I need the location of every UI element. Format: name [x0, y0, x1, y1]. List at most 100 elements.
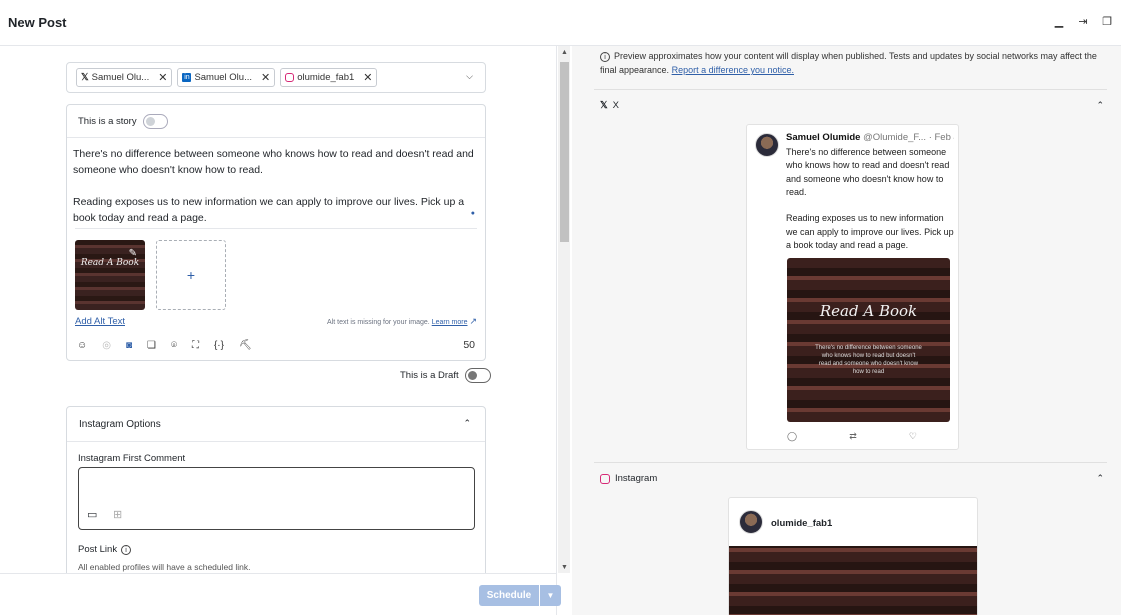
instagram-logo-icon	[600, 473, 610, 484]
tweet-handle: @Olumide_F...	[863, 132, 927, 143]
instagram-preview-card: olumide_fab1	[728, 497, 978, 615]
post-text-editor[interactable]: There's no difference between someone wh…	[67, 138, 485, 228]
post-link-label: Post Link	[78, 544, 118, 555]
tweet-image-title: Read A Book	[819, 302, 918, 320]
mention-icon[interactable]: ⛏	[239, 340, 252, 351]
x-section-title: X	[612, 100, 619, 111]
pencil-icon[interactable]: ✎	[129, 248, 137, 259]
external-link-icon: ↗	[469, 316, 477, 326]
instagram-image	[729, 546, 977, 615]
scrollbar[interactable]: ▲ ▼	[558, 46, 570, 573]
chevron-up-icon[interactable]: ⌃	[1096, 100, 1104, 111]
media-row: Read A Book ✎ +	[75, 240, 226, 310]
tweet-image-caption: There's no difference between someone wh…	[815, 345, 922, 375]
tweet-image: Read A Book There's no difference betwee…	[787, 258, 950, 422]
collapse-right-icon[interactable]: ⇥	[1077, 15, 1089, 28]
remove-profile-icon[interactable]: ✕	[158, 71, 167, 84]
post-composer: This is a story There's no difference be…	[66, 104, 486, 361]
draft-toggle[interactable]	[464, 368, 491, 383]
remove-profile-icon[interactable]: ✕	[261, 71, 270, 84]
divider	[594, 462, 1107, 463]
emoji-status-icon: ●	[470, 210, 475, 217]
composer-toolbar: ☺ ◎ ◙ ❏ ⌾ ⛶ {·} ⛏ 50	[77, 339, 475, 351]
scroll-down-icon[interactable]: ▼	[561, 564, 568, 571]
chevron-down-icon[interactable]: ⌵	[466, 71, 473, 82]
media-library-icon[interactable]: ❏	[147, 340, 156, 351]
header: New Post ▁ ⇥ ❐	[0, 0, 1121, 46]
profile-chip[interactable]: olumide_fab1 ✕	[280, 68, 378, 87]
avatar	[755, 133, 779, 157]
camera-icon[interactable]: ◙	[126, 340, 132, 351]
alt-text-note: Alt text is missing for your image. Lear…	[327, 316, 477, 327]
profile-chip-label: Samuel Olu...	[91, 72, 150, 83]
variable-icon[interactable]: {·}	[214, 340, 224, 351]
report-difference-link[interactable]: Report a difference you notice.	[672, 65, 794, 75]
post-link-label-row: Post Link i	[78, 544, 132, 555]
tweet-date: · Feb 4	[928, 132, 954, 143]
instagram-options-header[interactable]: Instagram Options ⌃	[67, 407, 485, 442]
composer-pane: 𝕏 Samuel Olu... ✕ in Samuel Olu... ✕ olu…	[0, 46, 556, 573]
story-toggle[interactable]	[142, 113, 168, 129]
learn-more-link[interactable]: Learn more	[432, 319, 468, 326]
preview-notice: i Preview approximates how your content w…	[600, 49, 1110, 77]
draft-label: This is a Draft	[400, 370, 459, 381]
divider	[594, 89, 1107, 90]
scroll-up-icon[interactable]: ▲	[561, 49, 568, 56]
first-comment-label: Instagram First Comment	[78, 453, 186, 464]
media-title: Read A Book	[80, 258, 140, 268]
schedule-button-group: Schedule ▼	[479, 585, 561, 606]
linkedin-logo-icon: in	[182, 73, 192, 82]
avatar	[739, 510, 763, 534]
profile-selector[interactable]: 𝕏 Samuel Olu... ✕ in Samuel Olu... ✕ olu…	[66, 62, 486, 93]
footer: Schedule ▼	[0, 573, 561, 615]
info-icon[interactable]: i	[121, 544, 132, 555]
emoji-icon[interactable]: ☺	[77, 340, 87, 351]
instagram-logo-icon	[285, 73, 295, 82]
schedule-button[interactable]: Schedule	[479, 585, 539, 606]
x-logo-icon: 𝕏	[81, 72, 89, 83]
character-count: 50	[463, 339, 475, 351]
expand-window-icon[interactable]: ❐	[1101, 15, 1113, 28]
chevron-down-icon[interactable]: ▼	[539, 585, 561, 606]
info-icon: i	[600, 52, 610, 62]
divider	[75, 228, 477, 229]
story-label: This is a story	[78, 115, 137, 127]
x-logo-icon: 𝕏	[600, 100, 608, 111]
profile-chip-label: olumide_fab1	[297, 72, 355, 83]
shopping-icon[interactable]: ⛶	[192, 340, 199, 351]
remove-profile-icon[interactable]: ✕	[363, 71, 372, 84]
add-media-icon[interactable]: ⊞	[113, 508, 122, 521]
alt-text-warning: Alt text is missing for your image.	[327, 319, 430, 326]
tweet-preview-card: Samuel Olumide @Olumide_F... · Feb 4 The…	[746, 124, 959, 450]
location-icon[interactable]: ⌾	[171, 340, 177, 351]
ai-assist-icon[interactable]: ◎	[102, 340, 111, 351]
profile-chip[interactable]: in Samuel Olu... ✕	[177, 68, 276, 87]
profile-chip[interactable]: 𝕏 Samuel Olu... ✕	[76, 68, 173, 87]
post-link-note: All enabled profiles will have a schedul…	[78, 562, 251, 572]
instagram-preview-header[interactable]: Instagram ⌃	[600, 473, 1104, 484]
first-comment-input[interactable]: ▭ ⊞	[78, 467, 475, 530]
instagram-username: olumide_fab1	[771, 518, 833, 529]
tweet-author: Samuel Olumide @Olumide_F... · Feb 4	[786, 132, 954, 143]
retweet-icon: ⇄	[849, 431, 857, 441]
draft-row: This is a Draft	[400, 368, 491, 383]
preview-pane: i Preview approximates how your content w…	[572, 46, 1121, 615]
add-media-button[interactable]: +	[156, 240, 226, 310]
instagram-section-title: Instagram	[615, 473, 658, 484]
chevron-up-icon[interactable]: ⌃	[463, 418, 471, 429]
tweet-text: There's no difference between someone wh…	[786, 147, 954, 251]
tweet-actions: ◯ ⇄ ♡	[787, 431, 917, 442]
media-thumbnail[interactable]: Read A Book ✎	[75, 240, 145, 310]
tweet-author-name: Samuel Olumide	[786, 132, 861, 143]
add-alt-text-link[interactable]: Add Alt Text	[75, 316, 125, 327]
reply-icon: ◯	[787, 431, 798, 441]
story-row: This is a story	[67, 105, 485, 138]
chevron-up-icon[interactable]: ⌃	[1096, 473, 1104, 484]
scrollbar-thumb[interactable]	[560, 62, 569, 242]
minimize-icon[interactable]: ▁	[1053, 15, 1065, 28]
profile-chip-label: Samuel Olu...	[194, 72, 252, 83]
instagram-options-title: Instagram Options	[79, 418, 161, 430]
x-preview-header[interactable]: 𝕏 X ⌃	[600, 100, 1104, 111]
comment-icon[interactable]: ▭	[87, 508, 97, 521]
window-controls: ▁ ⇥ ❐	[1053, 15, 1113, 28]
